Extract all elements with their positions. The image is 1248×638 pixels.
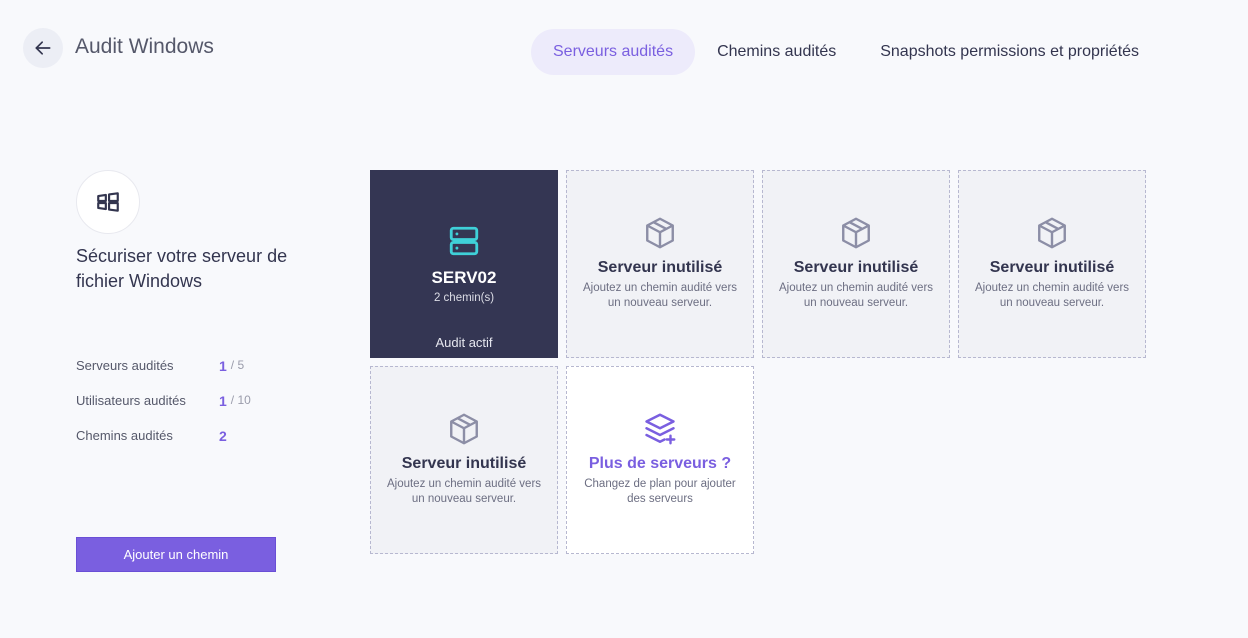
layers-plus-icon bbox=[645, 413, 676, 445]
page: Audit Windows Serveurs audités Chemins a… bbox=[0, 0, 1248, 638]
server-icon bbox=[449, 226, 479, 256]
stat-label: Utilisateurs audités bbox=[76, 393, 186, 408]
upsell-description: Changez de plan pour ajouter des serveur… bbox=[584, 478, 736, 505]
box-icon bbox=[646, 217, 674, 249]
panel-title: Sécuriser votre serveur de fichier Windo… bbox=[76, 246, 288, 291]
stat-total: / 10 bbox=[230, 393, 251, 407]
page-title: Audit Windows bbox=[75, 35, 214, 58]
tab-serveurs-audites[interactable]: Serveurs audités bbox=[531, 29, 696, 75]
server-description: Ajoutez un chemin audité vers un nouveau… bbox=[582, 282, 738, 309]
tab-chemins-audites[interactable]: Chemins audités bbox=[695, 29, 858, 75]
upgrade-plan-card[interactable]: Plus de serveurs ? Changez de plan pour … bbox=[566, 366, 754, 554]
server-name: Serveur inutilisé bbox=[989, 259, 1115, 276]
back-button[interactable] bbox=[23, 28, 63, 68]
box-icon bbox=[842, 217, 870, 249]
tab-bar: Serveurs audités Chemins audités Snapsho… bbox=[531, 29, 1161, 75]
upsell-title: Plus de serveurs ? bbox=[588, 455, 732, 472]
server-card-unused[interactable]: Serveur inutilisé Ajoutez un chemin audi… bbox=[370, 366, 558, 554]
server-description: Ajoutez un chemin audité vers un nouveau… bbox=[386, 478, 542, 505]
stat-row-servers: Serveurs audités 1 / 5 bbox=[76, 358, 276, 393]
server-card-active[interactable]: SERV02 2 chemin(s) Audit actif bbox=[370, 170, 558, 358]
server-description: Ajoutez un chemin audité vers un nouveau… bbox=[778, 282, 934, 309]
stats-list: Serveurs audités 1 / 5 Utilisateurs audi… bbox=[76, 358, 276, 463]
stat-row-users: Utilisateurs audités 1 / 10 bbox=[76, 393, 276, 428]
stat-value: 1 bbox=[219, 358, 227, 374]
windows-badge bbox=[76, 170, 140, 234]
server-name: SERV02 bbox=[431, 268, 497, 287]
stat-row-paths: Chemins audités 2 bbox=[76, 428, 276, 463]
box-icon bbox=[1038, 217, 1066, 249]
stat-value: 2 bbox=[219, 428, 227, 444]
stat-value: 1 bbox=[219, 393, 227, 409]
server-description: Ajoutez un chemin audité vers un nouveau… bbox=[974, 282, 1130, 309]
stat-total: / 5 bbox=[230, 358, 245, 372]
server-card-unused[interactable]: Serveur inutilisé Ajoutez un chemin audi… bbox=[958, 170, 1146, 358]
windows-icon bbox=[97, 192, 119, 212]
stat-label: Chemins audités bbox=[76, 428, 173, 443]
tab-snapshots[interactable]: Snapshots permissions et propriétés bbox=[858, 29, 1161, 75]
server-name: Serveur inutilisé bbox=[597, 259, 723, 276]
server-card-unused[interactable]: Serveur inutilisé Ajoutez un chemin audi… bbox=[566, 170, 754, 358]
server-name: Serveur inutilisé bbox=[793, 259, 919, 276]
arrow-left-icon bbox=[35, 41, 51, 55]
server-card-unused[interactable]: Serveur inutilisé Ajoutez un chemin audi… bbox=[762, 170, 950, 358]
box-icon bbox=[450, 413, 478, 445]
stat-label: Serveurs audités bbox=[76, 358, 174, 373]
add-path-button[interactable]: Ajouter un chemin bbox=[76, 537, 276, 572]
server-path-count: 2 chemin(s) bbox=[433, 292, 495, 304]
server-name: Serveur inutilisé bbox=[401, 455, 527, 472]
server-status: Audit actif bbox=[435, 335, 493, 350]
